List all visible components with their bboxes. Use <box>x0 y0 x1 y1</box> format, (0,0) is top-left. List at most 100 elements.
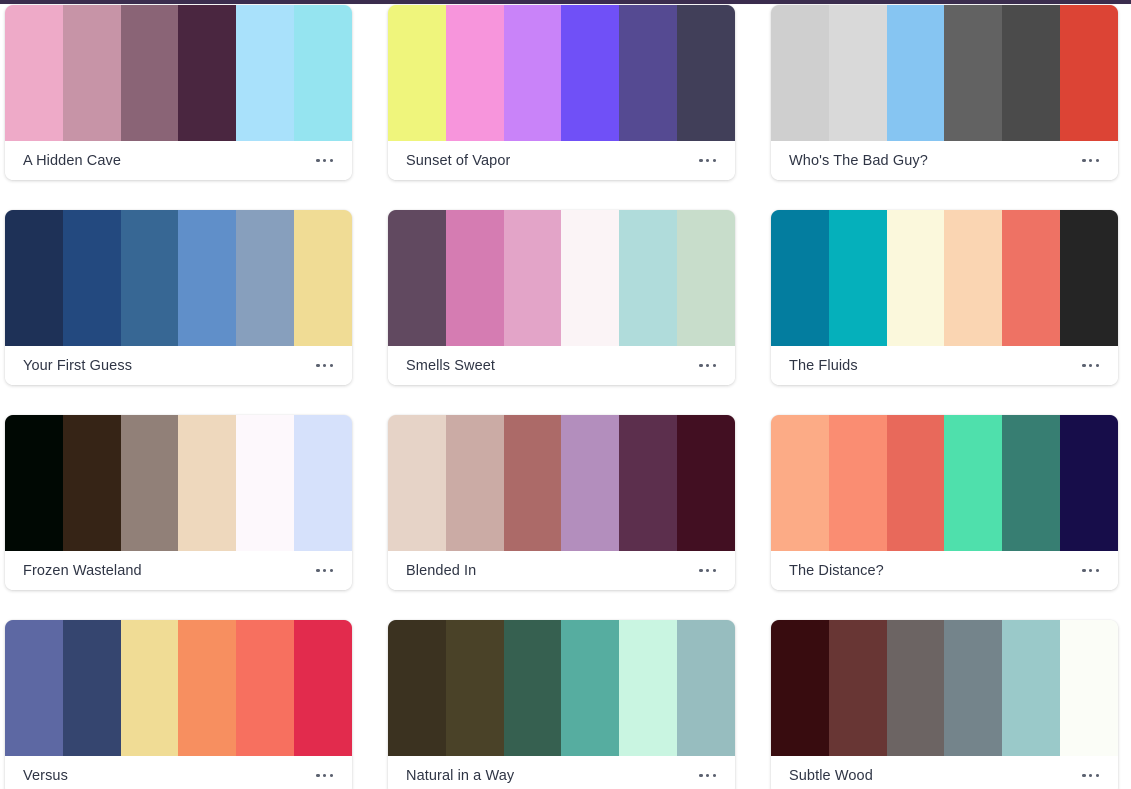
color-swatch[interactable] <box>828 620 887 756</box>
color-swatch[interactable] <box>561 620 620 756</box>
more-options-icon[interactable] <box>314 563 335 578</box>
color-swatch[interactable] <box>771 620 829 756</box>
color-swatch[interactable] <box>886 210 945 346</box>
color-swatch[interactable] <box>178 210 237 346</box>
more-options-icon[interactable] <box>314 768 335 783</box>
color-swatch[interactable] <box>62 415 121 551</box>
color-swatch[interactable] <box>1002 5 1061 141</box>
color-swatch[interactable] <box>1060 620 1118 756</box>
color-swatch[interactable] <box>178 5 237 141</box>
palette-card[interactable]: A Hidden Cave <box>5 5 352 180</box>
color-swatch[interactable] <box>178 415 237 551</box>
color-swatch[interactable] <box>619 5 678 141</box>
color-swatch[interactable] <box>294 5 352 141</box>
color-swatch[interactable] <box>561 415 620 551</box>
color-swatch[interactable] <box>5 620 63 756</box>
color-swatch[interactable] <box>120 415 179 551</box>
color-swatch[interactable] <box>120 5 179 141</box>
color-swatch[interactable] <box>771 5 829 141</box>
color-swatch[interactable] <box>5 210 63 346</box>
color-swatch[interactable] <box>619 415 678 551</box>
color-swatch[interactable] <box>828 415 887 551</box>
color-swatch[interactable] <box>886 620 945 756</box>
palette-card[interactable]: The Fluids <box>771 210 1118 385</box>
color-swatch[interactable] <box>1060 415 1118 551</box>
color-swatch[interactable] <box>771 210 829 346</box>
color-swatch[interactable] <box>503 210 562 346</box>
color-swatch[interactable] <box>5 5 63 141</box>
color-swatch[interactable] <box>388 620 446 756</box>
more-options-icon[interactable] <box>697 358 718 373</box>
color-swatch[interactable] <box>294 620 352 756</box>
color-swatch[interactable] <box>503 620 562 756</box>
palette-card[interactable]: Sunset of Vapor <box>388 5 735 180</box>
more-options-dot <box>316 568 320 573</box>
color-swatch[interactable] <box>62 620 121 756</box>
color-swatch[interactable] <box>677 210 735 346</box>
color-swatch[interactable] <box>120 620 179 756</box>
color-swatch[interactable] <box>236 5 295 141</box>
color-swatch[interactable] <box>445 620 504 756</box>
more-options-icon[interactable] <box>314 153 335 168</box>
palette-card[interactable]: The Distance? <box>771 415 1118 590</box>
more-options-icon[interactable] <box>1080 768 1101 783</box>
palette-card[interactable]: Smells Sweet <box>388 210 735 385</box>
color-swatch[interactable] <box>1002 415 1061 551</box>
color-swatch[interactable] <box>561 5 620 141</box>
more-options-icon[interactable] <box>1080 153 1101 168</box>
color-swatch[interactable] <box>236 415 295 551</box>
more-options-icon[interactable] <box>697 768 718 783</box>
more-options-icon[interactable] <box>1080 563 1101 578</box>
color-swatch[interactable] <box>62 210 121 346</box>
color-swatch[interactable] <box>445 210 504 346</box>
color-swatch[interactable] <box>294 415 352 551</box>
color-swatch[interactable] <box>677 620 735 756</box>
more-options-dot <box>323 773 327 778</box>
palette-card[interactable]: Frozen Wasteland <box>5 415 352 590</box>
color-swatch[interactable] <box>388 415 446 551</box>
color-swatch[interactable] <box>1060 5 1118 141</box>
color-swatch[interactable] <box>445 5 504 141</box>
color-swatch[interactable] <box>5 415 63 551</box>
color-swatch[interactable] <box>62 5 121 141</box>
color-swatch[interactable] <box>445 415 504 551</box>
more-options-icon[interactable] <box>1080 358 1101 373</box>
color-swatch[interactable] <box>236 620 295 756</box>
palette-card[interactable]: Subtle Wood <box>771 620 1118 789</box>
color-swatch[interactable] <box>619 620 678 756</box>
color-swatch[interactable] <box>944 415 1003 551</box>
palette-card[interactable]: Natural in a Way <box>388 620 735 789</box>
color-swatch[interactable] <box>178 620 237 756</box>
color-swatch[interactable] <box>677 5 735 141</box>
color-swatch[interactable] <box>828 5 887 141</box>
color-swatch[interactable] <box>1060 210 1118 346</box>
palette-card[interactable]: Versus <box>5 620 352 789</box>
color-swatch[interactable] <box>619 210 678 346</box>
palette-card[interactable]: Your First Guess <box>5 210 352 385</box>
color-swatch[interactable] <box>388 5 446 141</box>
color-swatch[interactable] <box>944 620 1003 756</box>
color-swatch[interactable] <box>771 415 829 551</box>
color-swatch[interactable] <box>294 210 352 346</box>
color-swatch[interactable] <box>236 210 295 346</box>
palette-card[interactable]: Blended In <box>388 415 735 590</box>
color-swatch[interactable] <box>1002 620 1061 756</box>
color-swatch[interactable] <box>503 415 562 551</box>
color-swatch[interactable] <box>561 210 620 346</box>
color-swatch[interactable] <box>677 415 735 551</box>
palette-card[interactable]: Who's The Bad Guy? <box>771 5 1118 180</box>
palette-swatch-strip <box>388 620 735 756</box>
color-swatch[interactable] <box>828 210 887 346</box>
more-options-icon[interactable] <box>697 563 718 578</box>
color-swatch[interactable] <box>388 210 446 346</box>
color-swatch[interactable] <box>886 5 945 141</box>
palette-card-footer: Smells Sweet <box>388 346 735 385</box>
color-swatch[interactable] <box>120 210 179 346</box>
color-swatch[interactable] <box>886 415 945 551</box>
color-swatch[interactable] <box>503 5 562 141</box>
more-options-icon[interactable] <box>697 153 718 168</box>
color-swatch[interactable] <box>944 5 1003 141</box>
color-swatch[interactable] <box>944 210 1003 346</box>
more-options-icon[interactable] <box>314 358 335 373</box>
color-swatch[interactable] <box>1002 210 1061 346</box>
